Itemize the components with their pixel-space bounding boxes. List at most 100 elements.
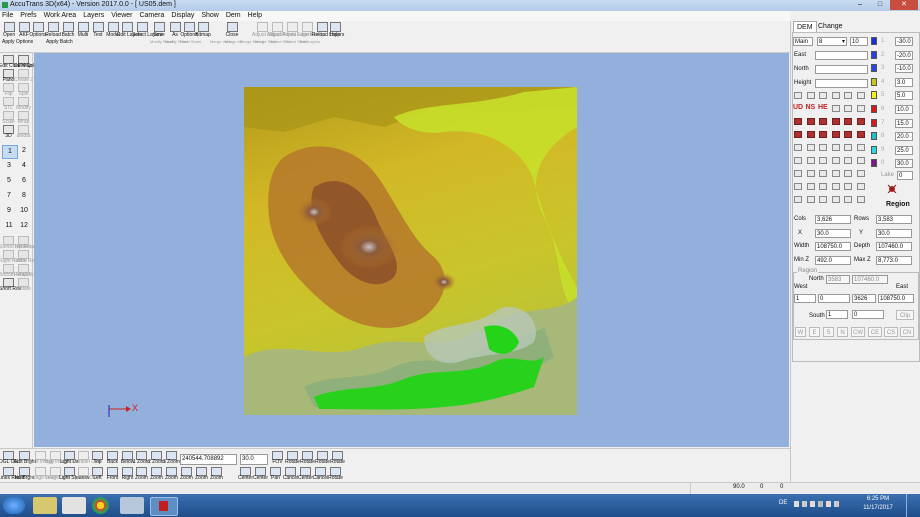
dem-tool-icon[interactable] xyxy=(856,170,865,177)
view-preset-3[interactable]: 3 xyxy=(2,160,16,172)
main-select[interactable]: 8 ▾ xyxy=(817,37,847,46)
dem-tool-icon[interactable] xyxy=(806,157,815,164)
direction-button-cw[interactable]: CW xyxy=(851,327,865,337)
system-tray-icons[interactable] xyxy=(793,500,841,508)
region-west-distance-field[interactable]: 0 xyxy=(818,294,850,303)
direction-button-cs[interactable]: CS xyxy=(884,327,898,337)
dem-tool-icon[interactable] xyxy=(856,92,865,99)
dem-tool-icon[interactable] xyxy=(819,170,827,177)
toolbar-button-help-20[interactable]: Help xyxy=(328,22,342,38)
dem-tool-icon[interactable] xyxy=(806,118,815,125)
color-threshold-3[interactable]: -10.0 xyxy=(895,64,913,74)
dem-tool-icon[interactable] xyxy=(844,183,852,190)
toolbar-fixed-sheet-2[interactable]: Fixed Sheet xyxy=(180,39,201,44)
network-taskbar-icon[interactable] xyxy=(120,497,144,514)
language-indicator[interactable]: DE xyxy=(779,500,787,506)
left-tool-spin[interactable]: Spin xyxy=(16,83,31,97)
left-tool-top-rotate-1[interactable]: Top Rotate xyxy=(14,236,38,250)
menu-layers[interactable]: Layers xyxy=(83,11,104,21)
color-threshold-2[interactable]: -20.0 xyxy=(895,50,913,60)
color-swatch-2[interactable] xyxy=(871,50,877,59)
toolbar-button-bitmap-13[interactable]: Bitmap xyxy=(195,22,211,38)
toolbar-apply-options[interactable]: Apply Options xyxy=(2,39,33,45)
dem-tool-icon[interactable] xyxy=(806,92,815,99)
left-tool-rotate-7[interactable]: Rotate xyxy=(16,278,31,292)
dem-tool-icon[interactable] xyxy=(819,144,827,151)
clock-time[interactable]: 6:25 PM xyxy=(858,496,898,502)
dem-tool-icon[interactable] xyxy=(819,118,827,125)
color-swatch-8[interactable] xyxy=(871,132,877,141)
color-swatch-0[interactable] xyxy=(871,159,877,168)
dem-tool-icon[interactable] xyxy=(831,144,840,151)
dem-tool-icon[interactable] xyxy=(819,92,827,99)
main-field[interactable]: Main xyxy=(793,37,813,46)
dem-tool-ns-label[interactable]: NS xyxy=(806,104,816,111)
menu-camera[interactable]: Camera xyxy=(139,11,164,21)
color-swatch-1[interactable] xyxy=(871,37,877,45)
dem-tool-icon[interactable] xyxy=(856,131,865,138)
region-south-row-field[interactable]: 1 xyxy=(826,310,848,319)
color-swatch-3[interactable] xyxy=(871,64,877,73)
clip-button[interactable]: Clip xyxy=(896,310,914,320)
fov-field[interactable]: 30.0 xyxy=(240,454,268,465)
color-threshold-1[interactable]: -30.0 xyxy=(895,37,913,46)
direction-button-w[interactable]: W xyxy=(795,327,806,337)
view-preset-11[interactable]: 11 xyxy=(2,220,16,232)
close-window-button[interactable]: ✕ xyxy=(890,0,918,10)
main-count-field[interactable]: 10 xyxy=(850,37,868,46)
show-desktop-button[interactable] xyxy=(906,494,920,517)
dem-tool-icon[interactable] xyxy=(806,144,815,151)
menu-help[interactable]: Help xyxy=(248,11,262,21)
width-field[interactable]: 108750.0 xyxy=(815,242,851,251)
dem-tool-icon[interactable] xyxy=(806,196,815,203)
view-preset-5[interactable]: 5 xyxy=(2,175,16,187)
region-south-distance-field[interactable]: 0 xyxy=(852,310,884,319)
menu-dem[interactable]: Dem xyxy=(226,11,241,21)
lake-field[interactable]: 0 xyxy=(897,171,913,180)
dem-tool-icon[interactable] xyxy=(794,131,802,138)
dem-tool-icon[interactable] xyxy=(844,157,852,164)
clock-date[interactable]: 11/17/2017 xyxy=(854,505,902,511)
tab-change[interactable]: Change xyxy=(815,21,846,32)
left-tool-create-ltn[interactable]: Create LTN xyxy=(14,69,39,83)
left-tool-dem-color-map[interactable]: DEM Color Map xyxy=(14,55,50,69)
direction-button-n[interactable]: N xyxy=(837,327,848,337)
dem-tool-icon[interactable] xyxy=(844,131,852,138)
dem-tool-icon[interactable] xyxy=(819,131,827,138)
dem-tool-icon[interactable] xyxy=(831,183,840,190)
x-spacing-field[interactable]: 30.0 xyxy=(815,229,851,238)
color-swatch-6[interactable] xyxy=(871,105,877,113)
dem-tool-icon[interactable] xyxy=(831,105,840,112)
dem-tool-icon[interactable] xyxy=(856,105,865,112)
color-threshold-9[interactable]: 25.0 xyxy=(895,145,913,155)
left-tool-wrap[interactable]: Wrap xyxy=(16,111,31,125)
dem-tool-icon[interactable] xyxy=(844,196,852,203)
height-field[interactable] xyxy=(815,79,868,88)
dem-tool-icon[interactable] xyxy=(806,170,815,177)
region-west-col-field[interactable]: 1 xyxy=(794,294,816,303)
dem-tool-icon[interactable] xyxy=(856,118,865,125)
direction-button-ce[interactable]: CE xyxy=(868,327,882,337)
menu-show[interactable]: Show xyxy=(201,11,219,21)
color-threshold-5[interactable]: 5.0 xyxy=(895,91,913,101)
maximize-button[interactable]: □ xyxy=(870,0,890,10)
region-button[interactable]: Region xyxy=(886,201,910,208)
toolbar-button-close-14[interactable]: Close xyxy=(225,22,239,38)
media-player-taskbar-icon[interactable] xyxy=(62,497,86,514)
dem-tool-icon[interactable] xyxy=(794,92,802,99)
north-field[interactable] xyxy=(815,65,868,74)
dem-tool-icon[interactable] xyxy=(831,131,840,138)
dem-tool-icon[interactable] xyxy=(831,157,840,164)
menu-prefs[interactable]: Prefs xyxy=(20,11,36,21)
y-spacing-field[interactable]: 30.0 xyxy=(876,229,912,238)
view-preset-12[interactable]: 12 xyxy=(17,220,31,232)
dem-tool-icon[interactable] xyxy=(844,118,852,125)
max-z-field[interactable]: 8,773.0 xyxy=(876,256,912,265)
dem-tool-icon[interactable] xyxy=(844,92,852,99)
bottom-tool-3-zoom-11[interactable]: 3 Zoom xyxy=(163,451,180,465)
dem-tool-icon[interactable] xyxy=(831,170,840,177)
toolbar-apply-batch[interactable]: Apply Batch xyxy=(46,39,73,45)
dem-tool-icon[interactable] xyxy=(856,144,865,151)
explorer-taskbar-icon[interactable] xyxy=(33,497,57,514)
left-tool-persp-rotate-5[interactable]: Persp Rotate xyxy=(14,264,43,278)
